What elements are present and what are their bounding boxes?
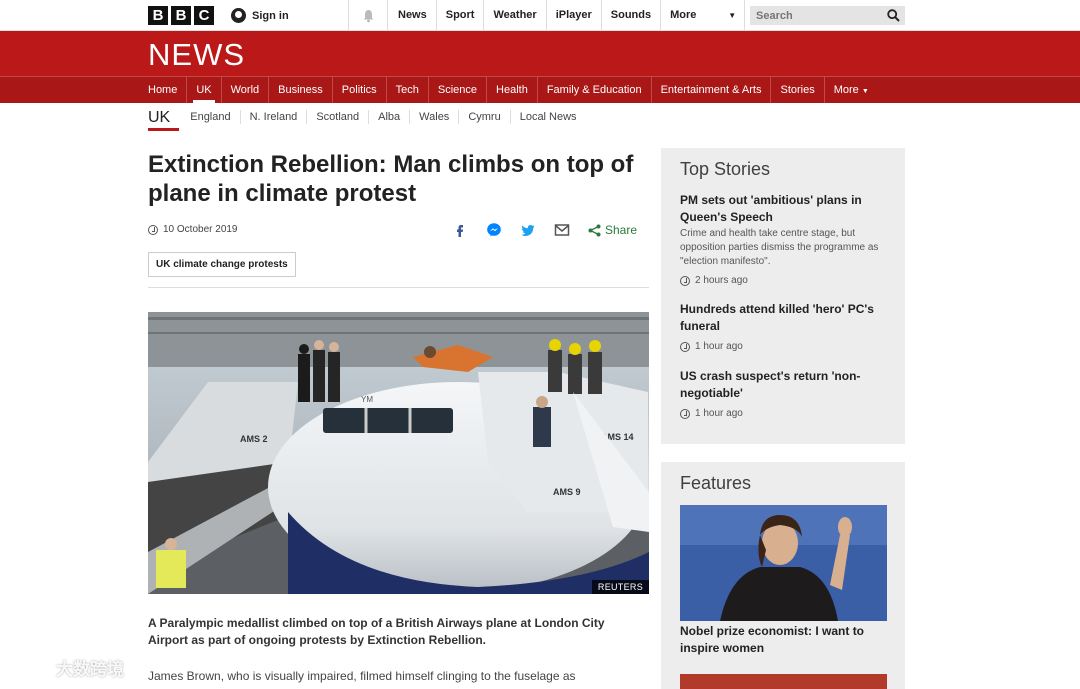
top-stories-panel: Top Stories PM sets out 'ambitious' plan… (661, 148, 905, 444)
article-hero-image: AMS 2 YM AMS 9 AMS 14 REUTERS (148, 312, 649, 594)
messenger-icon[interactable] (486, 222, 502, 238)
features-panel: Features Nobel prize economist: I want t… (661, 462, 905, 689)
subnav-wales[interactable]: Wales (409, 110, 458, 124)
topnav-sounds[interactable]: Sounds (602, 0, 662, 31)
top-story-item[interactable]: PM sets out 'ambitious' plans in Queen's… (680, 192, 890, 286)
bbc-top-bar: B B C Sign in News Sport Weather iPlayer… (0, 0, 1080, 31)
article-headline: Extinction Rebellion: Man climbs on top … (148, 151, 634, 207)
sign-in-label: Sign in (252, 9, 289, 22)
top-story-item[interactable]: US crash suspect's return 'non-negotiabl… (680, 368, 890, 419)
news-brand[interactable]: NEWS (148, 37, 245, 73)
news-main-nav: Home UK World Business Politics Tech Sci… (0, 76, 1080, 103)
caret-down-icon: ▼ (728, 11, 737, 20)
topnav-sport[interactable]: Sport (437, 0, 485, 31)
bbc-logo-letter: B (148, 6, 168, 25)
uk-sub-nav: UK England N. Ireland Scotland Alba Wale… (148, 103, 586, 131)
clock-icon (148, 224, 158, 235)
article-body-paragraph: James Brown, who is visually impaired, f… (148, 669, 576, 683)
bbc-logo-letter: C (194, 6, 214, 25)
feature-image[interactable] (680, 674, 887, 689)
facebook-icon[interactable] (452, 222, 468, 238)
top-story-title[interactable]: US crash suspect's return 'non-negotiabl… (680, 368, 890, 402)
top-story-timestamp: 1 hour ago (680, 341, 890, 352)
top-story-summary: Crime and health take centre stage, but … (680, 228, 879, 267)
features-title: Features (680, 473, 752, 493)
feature-image[interactable] (680, 505, 887, 621)
nav-science[interactable]: Science (429, 77, 488, 103)
clock-icon (680, 408, 690, 419)
top-story-title[interactable]: Hundreds attend killed 'hero' PC's funer… (680, 301, 890, 335)
nav-uk[interactable]: UK (187, 77, 222, 103)
search-box (750, 6, 905, 25)
bbc-logo-letter: B (171, 6, 191, 25)
article-date: 10 October 2019 (148, 224, 238, 235)
notifications-bell-icon[interactable] (350, 0, 388, 31)
share-icon (588, 224, 601, 236)
share-label: Share (605, 223, 638, 237)
feature-title[interactable]: Nobel prize economist: I want to inspire… (680, 623, 890, 657)
watermark-text: 大数跨境 (56, 660, 124, 679)
image-credit: REUTERS (591, 580, 649, 594)
nav-business[interactable]: Business (269, 77, 333, 103)
top-story-time: 1 hour ago (695, 408, 743, 419)
svg-text:AMS 2: AMS 2 (240, 434, 268, 444)
subnav-scotland[interactable]: Scotland (306, 110, 368, 124)
watermark: 大数跨境 (10, 655, 124, 680)
top-story-time: 2 hours ago (695, 275, 748, 286)
top-stories-title: Top Stories (680, 159, 771, 179)
share-button[interactable]: Share (588, 223, 637, 237)
topnav-iplayer[interactable]: iPlayer (547, 0, 602, 31)
nav-tech[interactable]: Tech (387, 77, 429, 103)
user-icon (231, 8, 246, 23)
nav-more[interactable]: More ▼ (825, 77, 878, 103)
bbc-logo[interactable]: B B C (148, 6, 214, 25)
news-masthead: NEWS (0, 31, 1080, 76)
nav-home[interactable]: Home (148, 77, 188, 103)
divider (148, 287, 649, 288)
top-story-timestamp: 1 hour ago (680, 408, 890, 419)
top-story-time: 1 hour ago (695, 341, 743, 352)
twitter-icon[interactable] (520, 222, 536, 238)
topic-tag[interactable]: UK climate change protests (148, 252, 296, 277)
search-input[interactable] (750, 9, 875, 22)
topnav-more[interactable]: More ▼ (661, 0, 746, 31)
nav-more-label: More (833, 84, 859, 96)
nav-entertainment-arts[interactable]: Entertainment & Arts (652, 77, 772, 103)
subnav-cymru[interactable]: Cymru (458, 110, 509, 124)
nav-world[interactable]: World (222, 77, 270, 103)
nav-politics[interactable]: Politics (333, 77, 387, 103)
topnav-weather[interactable]: Weather (484, 0, 547, 31)
nav-stories[interactable]: Stories (771, 77, 825, 103)
share-tools: Share (452, 222, 637, 238)
svg-text:AMS 9: AMS 9 (553, 487, 581, 497)
top-story-timestamp: 2 hours ago (680, 275, 890, 286)
caret-down-icon: ▼ (861, 88, 869, 95)
nav-health[interactable]: Health (487, 77, 538, 103)
subnav-current-uk[interactable]: UK (148, 104, 180, 131)
clock-icon (680, 341, 690, 352)
topnav-more-label: More (670, 9, 697, 21)
clock-icon (680, 275, 690, 286)
subnav-alba[interactable]: Alba (368, 110, 409, 124)
bbc-top-nav: News Sport Weather iPlayer Sounds More ▼ (389, 0, 746, 31)
article-date-text: 10 October 2019 (163, 224, 238, 235)
nav-family-education[interactable]: Family & Education (538, 77, 652, 103)
top-story-title[interactable]: PM sets out 'ambitious' plans in Queen's… (680, 192, 890, 226)
subnav-local-news[interactable]: Local News (509, 110, 586, 124)
subnav-england[interactable]: England (181, 110, 239, 124)
search-icon[interactable] (887, 9, 900, 22)
watermark-logo-icon (12, 658, 49, 676)
subnav-n-ireland[interactable]: N. Ireland (239, 110, 307, 124)
top-story-item[interactable]: Hundreds attend killed 'hero' PC's funer… (680, 301, 890, 352)
email-icon[interactable] (554, 222, 570, 238)
svg-text:YM: YM (361, 395, 373, 404)
sign-in-link[interactable]: Sign in (231, 0, 349, 31)
article-intro: A Paralympic medallist climbed on top of… (148, 616, 605, 647)
topnav-news[interactable]: News (389, 0, 437, 31)
